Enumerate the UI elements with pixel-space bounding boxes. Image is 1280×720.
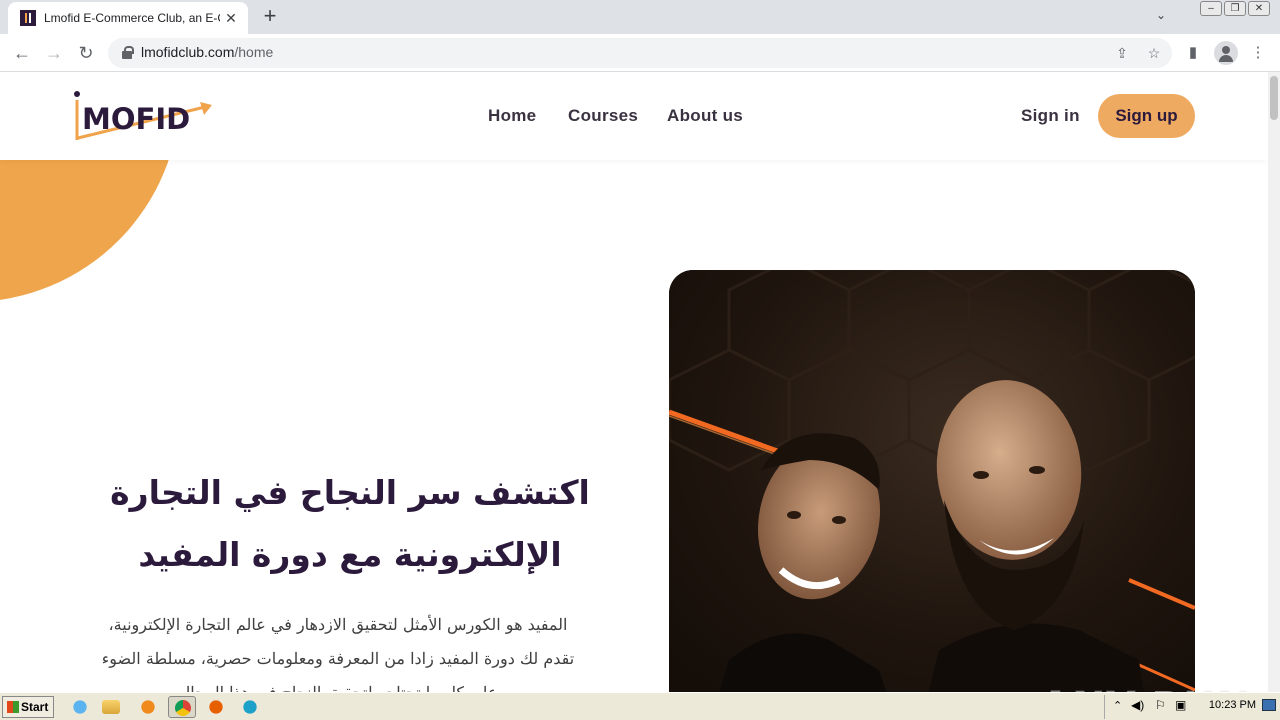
back-arrow-icon[interactable]: ←: [10, 41, 34, 65]
nav-courses[interactable]: Courses: [568, 106, 638, 126]
chrome-taskbar-button[interactable]: [168, 696, 196, 718]
browser-toolbar: ← → ↻ lmofidclub.com/home ⇪ ☆ ▮ ⋮: [0, 34, 1280, 72]
browser-tab[interactable]: Lmofid E-Commerce Club, an E-Comm ✕: [8, 2, 248, 34]
hero-photo-illustration: [669, 270, 1195, 692]
hero-description-line: المفيد هو الكورس الأمثل لتحقيق الازدهار …: [108, 615, 568, 634]
hero-description: المفيد هو الكورس الأمثل لتحقيق الازدهار …: [78, 608, 598, 692]
sign-up-button[interactable]: Sign up: [1098, 94, 1195, 138]
show-desktop-icon[interactable]: [1262, 699, 1276, 711]
url-text[interactable]: lmofidclub.com/home: [141, 44, 273, 60]
hero-title-line: الإلكترونية مع دورة المفيد: [138, 535, 562, 574]
browser-tab-strip: Lmofid E-Commerce Club, an E-Comm ✕ + ⌄ …: [0, 0, 1280, 34]
tab-search-chevron-icon[interactable]: ⌄: [1152, 8, 1170, 26]
taskbar-clock[interactable]: 10:23 PM: [1209, 699, 1256, 711]
restore-button[interactable]: ❐: [1224, 1, 1246, 16]
site-logo[interactable]: MOFID: [74, 88, 214, 144]
address-bar[interactable]: lmofidclub.com/home ⇪ ☆: [108, 38, 1172, 68]
firefox-icon[interactable]: [204, 696, 228, 718]
site-header: MOFID Home Courses About us Sign in Sign…: [0, 72, 1268, 160]
share-icon[interactable]: ⇪: [1112, 43, 1132, 63]
page-scrollbar[interactable]: [1268, 72, 1280, 692]
windows-taskbar: Start ⌃ ◀) ⚐ ▣ 10:23 PM: [0, 692, 1280, 720]
edge-icon[interactable]: [238, 696, 262, 718]
tab-close-icon[interactable]: ✕: [222, 9, 240, 27]
tray-expand-icon[interactable]: ⌃: [1113, 699, 1122, 712]
anyrun-watermark: ANY RUN: [1040, 684, 1251, 692]
page-viewport: MOFID Home Courses About us Sign in Sign…: [0, 72, 1268, 692]
start-button[interactable]: Start: [2, 696, 54, 718]
internet-explorer-icon[interactable]: [68, 696, 92, 718]
chrome-icon: [175, 700, 191, 716]
network-icon[interactable]: ▣: [1175, 698, 1186, 712]
system-tray: ⌃ ◀) ⚐ ▣ 10:23 PM: [1104, 695, 1280, 719]
side-panel-icon[interactable]: ▮: [1182, 42, 1204, 64]
forward-arrow-icon[interactable]: →: [42, 41, 66, 65]
close-window-button[interactable]: ✕: [1248, 1, 1270, 16]
profile-avatar-icon[interactable]: [1214, 41, 1238, 65]
nav-about-us[interactable]: About us: [667, 106, 743, 126]
hero-photo-instructors: [669, 270, 1195, 692]
hero-description-line: على كل ما تحتاجه لتحقيق النجاح في هذا ال…: [78, 676, 598, 692]
media-player-icon[interactable]: [136, 696, 160, 718]
nav-home[interactable]: Home: [488, 106, 536, 126]
reload-icon[interactable]: ↻: [74, 41, 98, 65]
lock-icon[interactable]: [122, 46, 134, 59]
menu-kebab-icon[interactable]: ⋮: [1247, 42, 1269, 64]
new-tab-button[interactable]: +: [258, 5, 282, 28]
tab-title: Lmofid E-Commerce Club, an E-Comm: [44, 11, 220, 25]
hero-title: اكتشف سر النجاح في التجارة الإلكترونية م…: [70, 462, 630, 586]
sign-in-link[interactable]: Sign in: [1021, 106, 1080, 126]
scrollbar-thumb[interactable]: [1270, 76, 1278, 120]
minimize-button[interactable]: –: [1200, 1, 1222, 16]
window-controls: – ❐ ✕: [1200, 1, 1270, 16]
bookmark-star-icon[interactable]: ☆: [1144, 43, 1164, 63]
flag-icon[interactable]: ⚐: [1155, 698, 1166, 712]
site-favicon-icon: [20, 10, 36, 26]
volume-icon[interactable]: ◀): [1131, 698, 1144, 712]
file-explorer-icon[interactable]: [102, 700, 120, 714]
logo-text: MOFID: [82, 102, 191, 136]
hero-description-line: تقدم لك دورة المفيد زادا من المعرفة ومعل…: [101, 649, 575, 668]
hero-title-line: اكتشف سر النجاح في التجارة: [110, 473, 590, 512]
